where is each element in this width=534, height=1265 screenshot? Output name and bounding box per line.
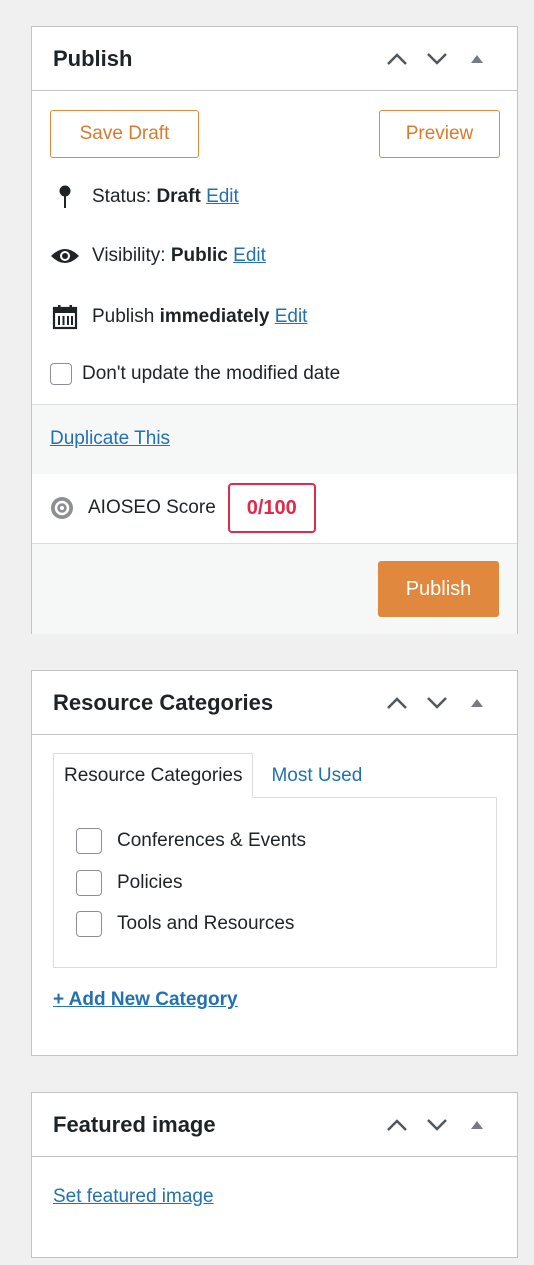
tab-all-categories[interactable]: Resource Categories xyxy=(53,753,254,798)
visibility-value: Public xyxy=(170,245,228,266)
gear-icon xyxy=(50,496,74,520)
chevron-up-icon[interactable] xyxy=(377,1105,417,1145)
list-item: Policies xyxy=(76,870,182,896)
featured-image-handle-actions xyxy=(377,1093,497,1157)
resource-categories-header: Resource Categories xyxy=(32,671,517,735)
featured-image-title: Featured image xyxy=(53,1111,216,1137)
publish-panel: Publish Save Draft Preview Status: Draft… xyxy=(31,26,518,634)
triangle-up-icon[interactable] xyxy=(457,1105,497,1145)
schedule-edit-link[interactable]: Edit xyxy=(275,306,308,328)
eye-icon xyxy=(50,246,80,266)
chevron-down-icon[interactable] xyxy=(417,1105,457,1145)
schedule-row: Publish immediately Edit xyxy=(50,304,307,330)
schedule-label: Publish xyxy=(92,306,155,327)
category-checkbox[interactable] xyxy=(76,828,102,854)
set-featured-image-link[interactable]: Set featured image xyxy=(53,1186,214,1208)
chevron-down-icon[interactable] xyxy=(417,683,457,723)
triangle-up-icon[interactable] xyxy=(457,683,497,723)
save-draft-button[interactable]: Save Draft xyxy=(50,110,199,158)
resource-categories-title: Resource Categories xyxy=(53,689,274,715)
aioseo-score-badge[interactable]: 0/100 xyxy=(227,483,316,533)
category-checkbox[interactable] xyxy=(76,911,102,937)
list-item: Tools and Resources xyxy=(76,911,294,937)
tab-most-used[interactable]: Most Used xyxy=(253,753,372,798)
chevron-up-icon[interactable] xyxy=(377,39,417,79)
publish-button[interactable]: Publish xyxy=(378,561,499,617)
visibility-edit-link[interactable]: Edit xyxy=(233,245,266,267)
status-value: Draft xyxy=(156,186,201,207)
publish-panel-title: Publish xyxy=(53,45,133,71)
chevron-up-icon[interactable] xyxy=(377,683,417,723)
category-tabs: Resource Categories Most Used xyxy=(53,753,372,798)
duplicate-section: Duplicate This xyxy=(32,404,517,474)
publish-panel-handle-actions xyxy=(377,27,497,91)
list-item: Conferences & Events xyxy=(76,828,306,854)
triangle-up-icon[interactable] xyxy=(457,39,497,79)
no-modified-date-label[interactable]: Don't update the modified date xyxy=(82,363,340,385)
add-new-category-link[interactable]: + Add New Category xyxy=(53,989,238,1011)
publish-panel-header: Publish xyxy=(32,27,517,91)
category-label[interactable]: Policies xyxy=(117,872,182,894)
pin-icon xyxy=(50,185,80,209)
featured-image-header: Featured image xyxy=(32,1093,517,1157)
calendar-icon xyxy=(50,304,80,330)
major-publishing-actions: Publish xyxy=(32,543,517,634)
status-label: Status: xyxy=(92,186,152,207)
chevron-down-icon[interactable] xyxy=(417,39,457,79)
aioseo-score-row: AIOSEO Score 0/100 xyxy=(50,473,316,543)
aioseo-score-label: AIOSEO Score xyxy=(88,497,216,518)
visibility-label: Visibility: xyxy=(92,245,166,266)
resource-categories-handle-actions xyxy=(377,671,497,735)
no-modified-date-row: Don't update the modified date xyxy=(50,363,340,385)
preview-button[interactable]: Preview xyxy=(379,110,500,158)
category-label[interactable]: Tools and Resources xyxy=(117,913,294,935)
no-modified-date-checkbox[interactable] xyxy=(50,363,72,385)
duplicate-link[interactable]: Duplicate This xyxy=(50,428,170,450)
resource-categories-panel: Resource Categories Resource Categories … xyxy=(31,670,518,1056)
schedule-value: immediately xyxy=(159,306,270,327)
category-checklist: Conferences & Events Policies Tools and … xyxy=(53,797,497,968)
category-label[interactable]: Conferences & Events xyxy=(117,830,306,852)
status-edit-link[interactable]: Edit xyxy=(206,186,239,208)
visibility-row: Visibility: Public Edit xyxy=(50,245,266,267)
featured-image-panel: Featured image Set featured image xyxy=(31,1092,518,1258)
status-row: Status: Draft Edit xyxy=(50,185,239,209)
category-checkbox[interactable] xyxy=(76,870,102,896)
